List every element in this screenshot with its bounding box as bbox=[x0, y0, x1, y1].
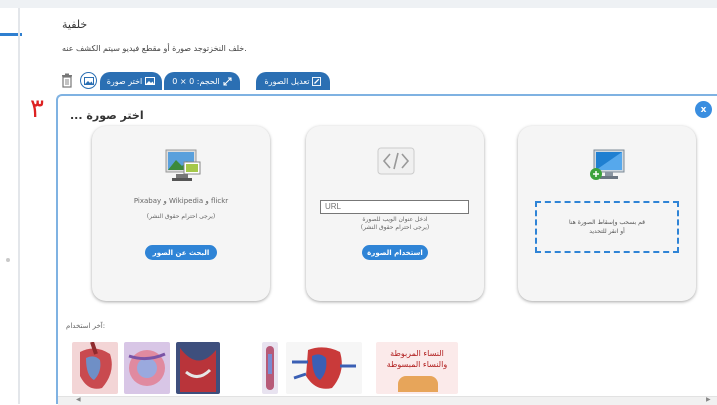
image-size-label: الحجم: 0 × 0 bbox=[172, 76, 220, 86]
section-description: خلف النخزتوجد صورة أو مقطع فيديو سيتم ال… bbox=[62, 44, 247, 53]
recent-thumb-text-tile[interactable]: النساء المربوطة والنساء المبسوطة bbox=[376, 342, 458, 394]
top-strip bbox=[0, 0, 717, 8]
left-dot bbox=[6, 258, 10, 262]
url-hint-line2: (يرجى احترام حقوق النشر) bbox=[360, 224, 430, 231]
url-image-card: ادخل عنوان الويب للصورة (يرجى احترام حقو… bbox=[306, 126, 484, 301]
scroll-left-arrow-icon[interactable]: ◀ bbox=[76, 396, 81, 403]
resize-icon bbox=[223, 76, 232, 86]
drop-zone[interactable]: قم بسحب وإسقاط الصورة هنا أو انقر للتحدي… bbox=[535, 201, 679, 253]
picture-circle-button[interactable] bbox=[80, 72, 97, 89]
recent-thumb-heart-valve[interactable] bbox=[176, 342, 220, 394]
search-images-card: Pixabay و Wikipedia و flickr (يرجى احترا… bbox=[92, 126, 270, 301]
section-heading: خلفية bbox=[62, 18, 88, 31]
recently-used-label: آخر استخدام: bbox=[66, 322, 106, 330]
food-image bbox=[398, 376, 438, 392]
close-button[interactable]: x bbox=[695, 101, 712, 118]
drop-zone-line2: أو انقر للتحديد bbox=[589, 228, 625, 235]
step-number-annotation: ٣ bbox=[30, 94, 44, 124]
choose-image-label: اختر صورة bbox=[106, 76, 143, 86]
search-copyright-note: (يرجى احترام حقوق النشر) bbox=[146, 213, 216, 220]
dialog-title: ... اختر صورة bbox=[70, 109, 144, 122]
image-gallery-icon bbox=[165, 149, 201, 181]
left-border bbox=[18, 8, 20, 404]
edit-image-label: تعديل الصورة bbox=[264, 76, 310, 86]
pencil-icon bbox=[312, 76, 322, 86]
url-input[interactable] bbox=[320, 200, 469, 214]
choose-image-button[interactable]: اختر صورة bbox=[100, 72, 162, 90]
recent-thumb-circulation-diagram[interactable] bbox=[286, 342, 362, 394]
edit-image-button[interactable]: تعديل الصورة bbox=[256, 72, 330, 90]
code-brackets-icon bbox=[377, 147, 415, 175]
image-icon bbox=[145, 77, 156, 85]
recent-thumb-heart-diagram[interactable] bbox=[72, 342, 118, 394]
search-images-button[interactable]: البحث عن الصور bbox=[145, 245, 217, 260]
thumb-caption: النساء المربوطة والنساء المبسوطة bbox=[386, 349, 448, 369]
recent-thumb-heart-chamber[interactable] bbox=[124, 342, 170, 394]
monitor-icon bbox=[590, 149, 625, 180]
choose-image-dialog: ... اختر صورة x Pixabay و Wikipedia و fl… bbox=[56, 94, 717, 405]
scroll-right-arrow-icon[interactable]: ▶ bbox=[706, 396, 711, 403]
image-toolbar: اختر صورة الحجم: 0 × 0 تعديل الصورة bbox=[60, 70, 350, 92]
drop-zone-line1: قم بسحب وإسقاط الصورة هنا bbox=[569, 219, 645, 226]
use-image-button[interactable]: استخدام الصورة bbox=[362, 245, 428, 260]
recent-thumb-heart-strip[interactable] bbox=[262, 342, 278, 394]
image-size-button[interactable]: الحجم: 0 × 0 bbox=[164, 72, 240, 90]
trash-icon[interactable] bbox=[61, 73, 73, 89]
upload-image-card: قم بسحب وإسقاط الصورة هنا أو انقر للتحدي… bbox=[518, 126, 696, 301]
picture-circle-icon bbox=[83, 76, 94, 85]
url-hint-line1: ادخل عنوان الويب للصورة bbox=[362, 216, 428, 223]
search-sources: Pixabay و Wikipedia و flickr bbox=[133, 197, 229, 205]
